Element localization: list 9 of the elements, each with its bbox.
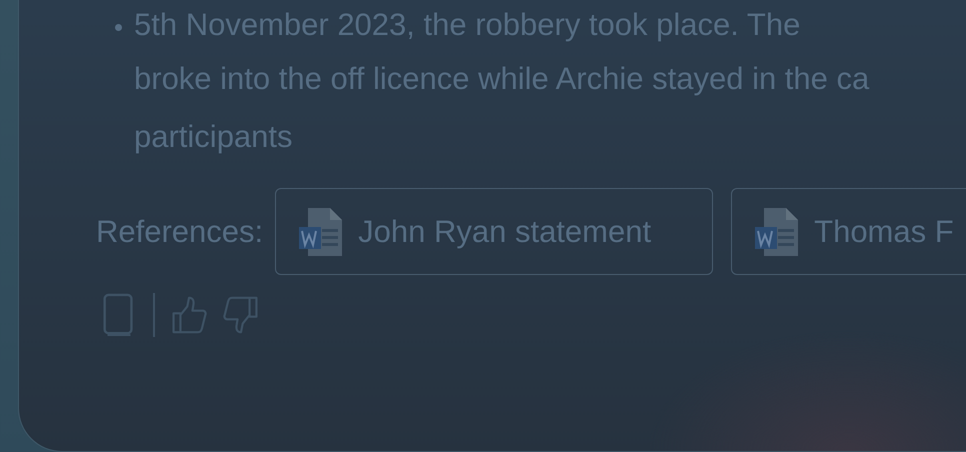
word-document-icon bbox=[754, 206, 800, 256]
bullet-icon bbox=[115, 24, 122, 31]
word-document-icon bbox=[298, 206, 344, 256]
reference-chip[interactable]: Thomas F bbox=[731, 188, 966, 275]
answer-text-line: participants bbox=[134, 118, 294, 156]
answer-text-line: 5th November 2023, the robbery took place. The bbox=[134, 6, 802, 44]
answer-text-line: broke into the off licence while Archie stayed in the ca bbox=[134, 60, 870, 98]
references-label: References: bbox=[96, 214, 264, 250]
reference-chip[interactable]: John Ryan statement bbox=[275, 188, 714, 275]
